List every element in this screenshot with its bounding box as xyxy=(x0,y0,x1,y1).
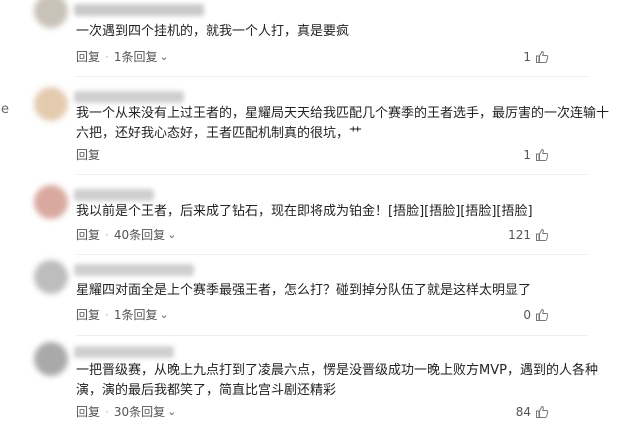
like-count: 121 xyxy=(508,228,531,242)
comment-text: 一把晋级赛，从晚上九点打到了凌晨六点，愣是没晋级成功一晚上败方MVP，遇到的人各… xyxy=(76,361,598,401)
like-control[interactable]: 1 xyxy=(523,147,549,163)
reply-button[interactable]: 回复 xyxy=(76,404,100,420)
comment-divider xyxy=(76,335,588,336)
sub-replies-link[interactable]: 1条回复 xyxy=(114,307,158,323)
action-separator: · xyxy=(105,50,109,64)
comment-text-line: 我一个从来没有上过王者的，星耀局天天给我匹配几个赛季的王者选手，最厉害的一次连输… xyxy=(76,106,610,121)
blurred-username[interactable] xyxy=(74,4,204,16)
like-count: 0 xyxy=(523,308,531,322)
comment-text-line: 一把晋级赛，从晚上九点打到了凌晨六点，愣是没晋级成功一晚上败方MVP，遇到的人各… xyxy=(76,363,598,378)
chevron-down-icon[interactable]: ⌄ xyxy=(167,404,176,420)
action-separator: · xyxy=(105,405,109,419)
like-count: 84 xyxy=(515,405,531,419)
thumbs-up-icon[interactable] xyxy=(535,148,549,162)
comment-text-line: 六把，还好我心态好，王者匹配机制真的很坑，艹 xyxy=(76,126,363,141)
blurred-username[interactable] xyxy=(74,346,174,358)
edge-fragment-text: e xyxy=(1,102,9,117)
comment-text-line: 演，演的最后我都笑了，简直比宫斗剧还精彩 xyxy=(76,383,337,398)
comment-text: 我一个从来没有上过王者的，星耀局天天给我匹配几个赛季的王者选手，最厉害的一次连输… xyxy=(76,104,610,144)
comment-text-line: 星耀四对面全是上个赛季最强王者，怎么打？碰到掉分队伍了就是这样太明显了 xyxy=(76,283,532,298)
sub-replies-link[interactable]: 1条回复 xyxy=(114,49,158,65)
thumbs-up-icon[interactable] xyxy=(535,308,549,322)
chevron-down-icon[interactable]: ⌄ xyxy=(159,307,168,323)
comment-text-line: 一次遇到四个挂机的，就我一个人打，真是要疯 xyxy=(76,24,350,39)
thumbs-up-icon[interactable] xyxy=(535,50,549,64)
blurred-username[interactable] xyxy=(74,91,184,103)
comment-text: 一次遇到四个挂机的，就我一个人打，真是要疯 xyxy=(76,22,576,42)
like-control[interactable]: 1 xyxy=(523,49,549,65)
avatar[interactable] xyxy=(34,342,68,376)
chevron-down-icon[interactable]: ⌄ xyxy=(167,227,176,243)
comment-list-page: e 一次遇到四个挂机的，就我一个人打，真是要疯 回复 · 1条回复 ⌄ 1 我一… xyxy=(0,0,619,426)
action-separator: · xyxy=(105,308,109,322)
blurred-username[interactable] xyxy=(74,264,194,276)
like-control[interactable]: 84 xyxy=(516,404,549,420)
reply-button[interactable]: 回复 xyxy=(76,49,100,65)
comment-text: 星耀四对面全是上个赛季最强王者，怎么打？碰到掉分队伍了就是这样太明显了 xyxy=(76,281,576,301)
thumbs-up-icon[interactable] xyxy=(535,228,549,242)
like-control[interactable]: 0 xyxy=(523,307,549,323)
comment-actions: 回复 · 30条回复 ⌄ xyxy=(76,404,176,420)
comment-actions: 回复 · 1条回复 ⌄ xyxy=(76,307,169,323)
avatar[interactable] xyxy=(34,260,68,294)
reply-button[interactable]: 回复 xyxy=(76,147,100,163)
avatar[interactable] xyxy=(34,185,68,219)
like-count: 1 xyxy=(523,50,531,64)
comment-divider xyxy=(76,174,588,175)
avatar[interactable] xyxy=(34,87,68,121)
chevron-down-icon[interactable]: ⌄ xyxy=(159,49,168,65)
like-control[interactable]: 121 xyxy=(508,227,549,243)
sub-replies-link[interactable]: 40条回复 xyxy=(114,227,165,243)
comment-text-line: 我以前是个王者，后来成了钻石，现在即将成为铂金！[捂脸][捂脸][捂脸][捂脸] xyxy=(76,204,533,219)
reply-button[interactable]: 回复 xyxy=(76,307,100,323)
comment-divider xyxy=(76,254,588,255)
comment-actions: 回复 · 1条回复 ⌄ xyxy=(76,49,169,65)
comment-divider xyxy=(76,76,588,77)
sub-replies-link[interactable]: 30条回复 xyxy=(114,404,165,420)
thumbs-up-icon[interactable] xyxy=(535,405,549,419)
comment-actions: 回复 · 40条回复 ⌄ xyxy=(76,227,176,243)
like-count: 1 xyxy=(523,148,531,162)
reply-button[interactable]: 回复 xyxy=(76,227,100,243)
avatar[interactable] xyxy=(34,0,68,28)
blurred-username[interactable] xyxy=(74,189,154,201)
action-separator: · xyxy=(105,228,109,242)
comment-actions: 回复 xyxy=(76,147,100,163)
comment-text: 我以前是个王者，后来成了钻石，现在即将成为铂金！[捂脸][捂脸][捂脸][捂脸] xyxy=(76,202,576,222)
